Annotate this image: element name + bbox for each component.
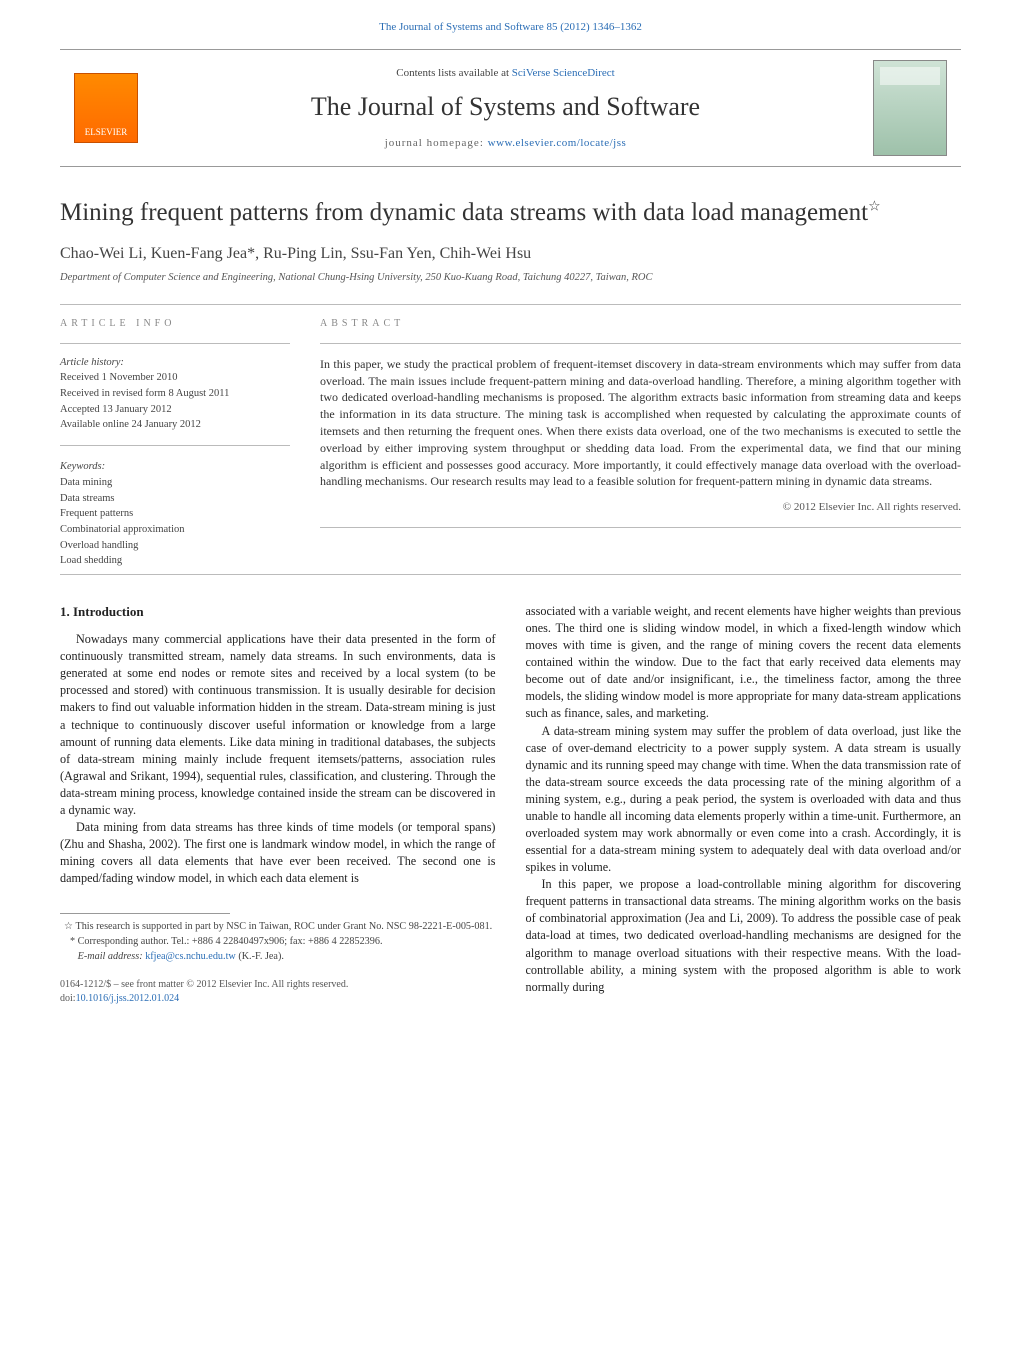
history-revised: Received in revised form 8 August 2011 xyxy=(60,387,290,402)
keywords-label: Keywords: xyxy=(60,460,290,475)
doi-link[interactable]: 10.1016/j.jss.2012.01.024 xyxy=(76,993,180,1004)
footnotes: ☆ This research is supported in part by … xyxy=(60,920,496,963)
body-column-right: associated with a variable weight, and r… xyxy=(526,603,962,1006)
paragraph: Data mining from data streams has three … xyxy=(60,819,496,887)
paragraph: A data-stream mining system may suffer t… xyxy=(526,723,962,877)
corresponding-author-note: * Corresponding author. Tel.: +886 4 228… xyxy=(60,935,496,949)
keyword: Frequent patterns xyxy=(60,507,290,522)
abstract-text: In this paper, we study the practical pr… xyxy=(320,356,961,490)
homepage-link[interactable]: www.elsevier.com/locate/jss xyxy=(488,137,627,149)
article-info-heading: ARTICLE INFO xyxy=(60,317,290,331)
affiliation: Department of Computer Science and Engin… xyxy=(60,271,961,286)
journal-cover-thumbnail xyxy=(873,60,947,156)
article-info-sidebar: ARTICLE INFO Article history: Received 1… xyxy=(60,317,290,570)
footnote-divider xyxy=(60,913,230,914)
author-list: Chao-Wei Li, Kuen-Fang Jea*, Ru-Ping Lin… xyxy=(60,243,961,265)
contents-available: Contents lists available at SciVerse Sci… xyxy=(152,66,859,81)
journal-masthead: ELSEVIER Contents lists available at Sci… xyxy=(60,49,961,167)
keyword: Overload handling xyxy=(60,539,290,554)
email-note: E-mail address: kfjea@cs.nchu.edu.tw (K.… xyxy=(60,950,496,964)
abstract-copyright: © 2012 Elsevier Inc. All rights reserved… xyxy=(320,500,961,515)
body-column-left: 1. Introduction Nowadays many commercial… xyxy=(60,603,496,1006)
section-heading: 1. Introduction xyxy=(60,603,496,621)
citation-link[interactable]: The Journal of Systems and Software 85 (… xyxy=(379,21,642,33)
elsevier-logo: ELSEVIER xyxy=(74,73,138,143)
paragraph: associated with a variable weight, and r… xyxy=(526,603,962,723)
doi-block: 0164-1212/$ – see front matter © 2012 El… xyxy=(60,978,496,1006)
article-title: Mining frequent patterns from dynamic da… xyxy=(60,197,961,228)
keyword: Data mining xyxy=(60,476,290,491)
paragraph: Nowadays many commercial applications ha… xyxy=(60,631,496,819)
front-matter-line: 0164-1212/$ – see front matter © 2012 El… xyxy=(60,978,496,992)
funding-note: ☆ This research is supported in part by … xyxy=(60,920,496,934)
publisher-name: ELSEVIER xyxy=(75,126,137,139)
paragraph: In this paper, we propose a load-control… xyxy=(526,876,962,996)
body-text: 1. Introduction Nowadays many commercial… xyxy=(60,603,961,1006)
history-online: Available online 24 January 2012 xyxy=(60,418,290,433)
history-label: Article history: xyxy=(60,356,290,371)
abstract-heading: ABSTRACT xyxy=(320,317,961,331)
sciencedirect-link[interactable]: SciVerse ScienceDirect xyxy=(512,67,615,79)
journal-title: The Journal of Systems and Software xyxy=(152,89,859,125)
author-email-link[interactable]: kfjea@cs.nchu.edu.tw xyxy=(145,951,236,962)
keyword: Data streams xyxy=(60,492,290,507)
keyword: Load shedding xyxy=(60,554,290,569)
divider xyxy=(60,304,961,305)
journal-homepage: journal homepage: www.elsevier.com/locat… xyxy=(152,136,859,151)
title-footnote-marker: ☆ xyxy=(868,200,881,215)
history-received: Received 1 November 2010 xyxy=(60,371,290,386)
abstract-block: ABSTRACT In this paper, we study the pra… xyxy=(320,317,961,570)
history-accepted: Accepted 13 January 2012 xyxy=(60,403,290,418)
keyword: Combinatorial approximation xyxy=(60,523,290,538)
running-head: The Journal of Systems and Software 85 (… xyxy=(0,0,1021,43)
